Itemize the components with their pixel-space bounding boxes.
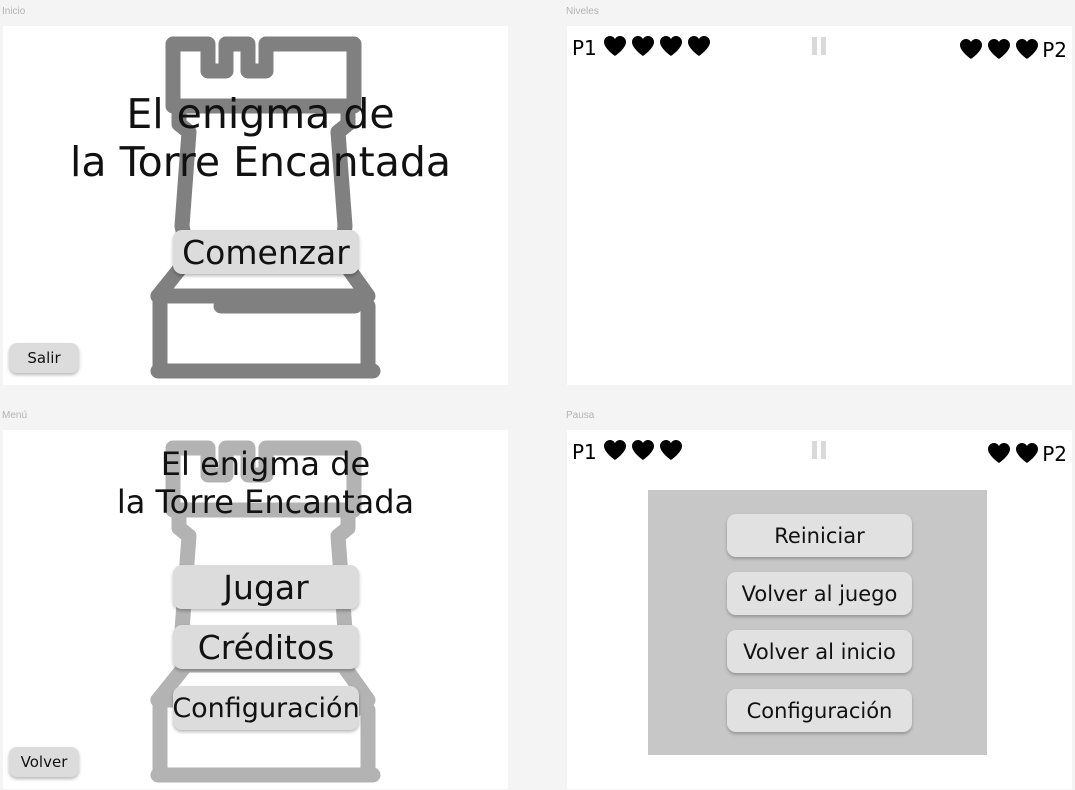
heart-icon xyxy=(604,440,626,460)
frame-niveles: P1 P2 xyxy=(567,26,1072,385)
exit-button[interactable]: Salir xyxy=(9,343,79,373)
heart-icon xyxy=(960,39,982,59)
player1-label: P1 xyxy=(572,440,597,464)
play-button[interactable]: Jugar xyxy=(173,565,359,609)
heart-icon xyxy=(604,36,626,56)
player1-label: P1 xyxy=(572,36,597,60)
resume-button[interactable]: Volver al juego xyxy=(727,572,912,615)
player2-label: P2 xyxy=(1042,38,1067,62)
frame-label-niveles: Niveles xyxy=(566,6,599,17)
player2-lives xyxy=(959,38,1039,60)
frame-menu: El enigma de la Torre Encantada Jugar Cr… xyxy=(3,430,508,789)
restart-button[interactable]: Reiniciar xyxy=(727,514,912,557)
settings-button[interactable]: Configuración xyxy=(172,686,360,730)
pause-icon[interactable] xyxy=(812,37,826,55)
player1-lives xyxy=(603,35,711,57)
heart-icon xyxy=(660,36,682,56)
game-title-line2: la Torre Encantada xyxy=(116,482,415,521)
heart-icon xyxy=(632,36,654,56)
credits-button[interactable]: Créditos xyxy=(173,625,359,669)
player2-lives xyxy=(987,442,1039,464)
heart-icon xyxy=(1016,443,1038,463)
start-button[interactable]: Comenzar xyxy=(173,230,359,274)
player1-lives xyxy=(603,439,683,461)
heart-icon xyxy=(988,443,1010,463)
game-title: El enigma de la Torre Encantada xyxy=(3,90,508,187)
pause-menu-panel: Reiniciar Volver al juego Volver al inic… xyxy=(648,490,987,755)
rook-tower-icon xyxy=(150,36,381,379)
heart-icon xyxy=(688,36,710,56)
frame-inicio: El enigma de la Torre Encantada Comenzar… xyxy=(3,26,508,385)
frame-label-inicio: Inicio xyxy=(2,6,26,17)
back-button[interactable]: Volver xyxy=(9,747,79,777)
settings-button[interactable]: Configuración xyxy=(727,689,912,732)
heart-icon xyxy=(988,39,1010,59)
heart-icon xyxy=(1016,39,1038,59)
frame-label-menu: Menú xyxy=(2,410,28,421)
pause-icon[interactable] xyxy=(812,441,826,459)
heart-icon xyxy=(660,440,682,460)
heart-icon xyxy=(632,440,654,460)
player2-label: P2 xyxy=(1042,442,1067,466)
game-title-line1: El enigma de xyxy=(126,90,395,138)
game-title-line2: la Torre Encantada xyxy=(70,138,451,187)
frame-label-pausa: Pausa xyxy=(566,410,595,421)
home-button[interactable]: Volver al inicio xyxy=(727,630,912,673)
game-title-line1: El enigma de xyxy=(160,445,371,483)
frame-pausa: P1 P2 Reiniciar Volver al juego Volver a… xyxy=(567,430,1072,789)
game-title: El enigma de la Torre Encantada xyxy=(3,445,508,522)
